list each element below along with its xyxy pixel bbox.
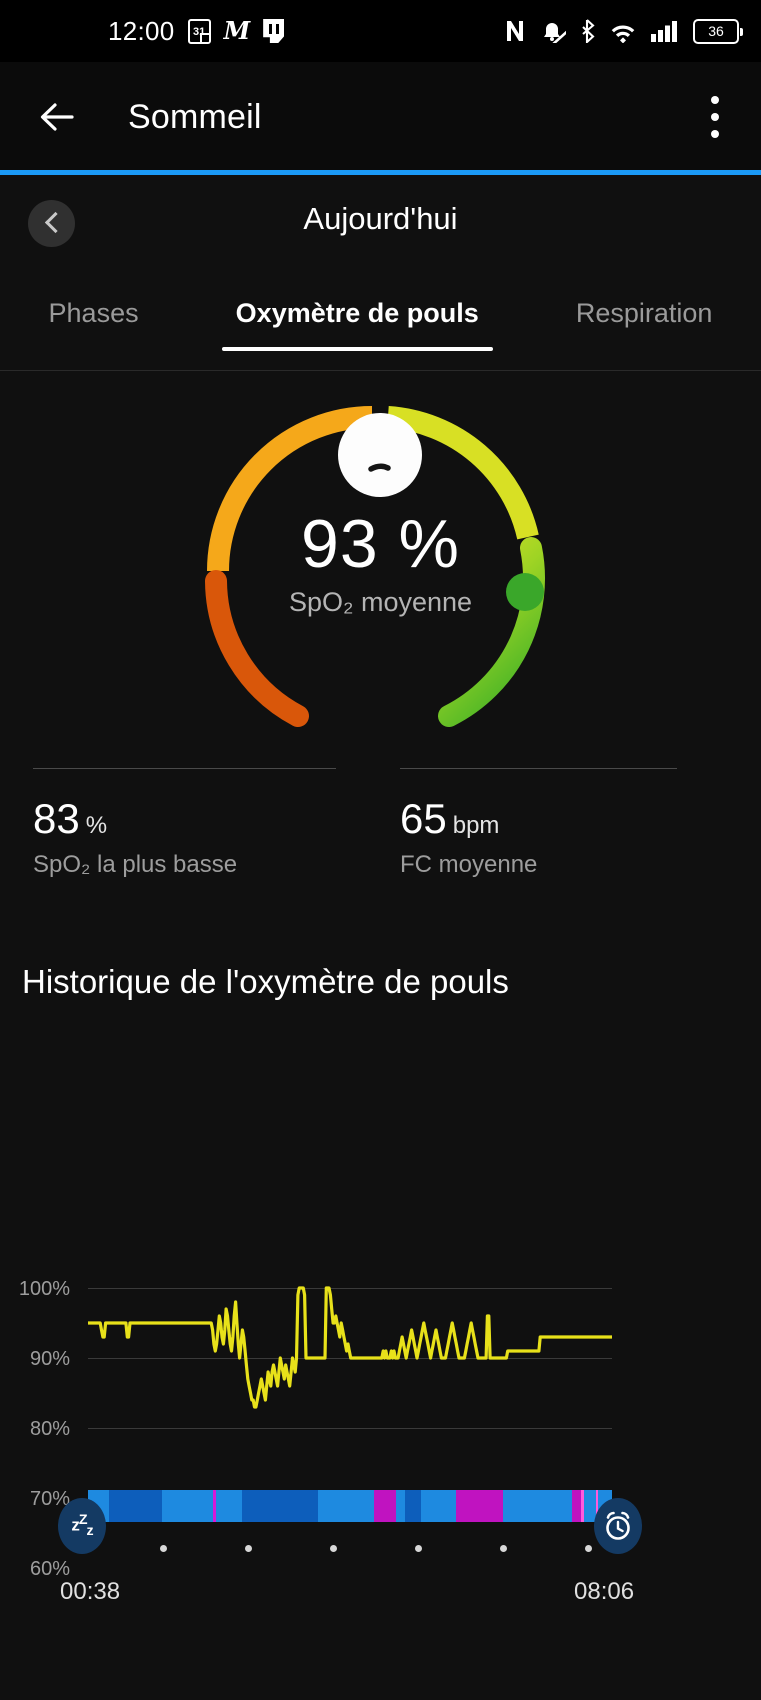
- sleep-stage-segment: [216, 1490, 242, 1522]
- page-title: Sommeil: [128, 97, 262, 136]
- sleep-stage-segment: [502, 1490, 573, 1522]
- current-date-label: Aujourd'hui: [303, 201, 458, 236]
- sleep-stage-segment: [456, 1490, 503, 1522]
- stat-average-hr: 65 bpm FC moyenne: [400, 768, 677, 879]
- sleep-stage-segment: [241, 1490, 319, 1522]
- stat-number: 65: [400, 795, 447, 842]
- status-bar: 12:00 31 M 36: [0, 0, 761, 62]
- app-screen: 12:00 31 M 36 Sommeil Aujourd'hui Phases…: [0, 0, 761, 1700]
- stat-value: 83%: [33, 795, 336, 843]
- sleep-stage-segment: [395, 1490, 406, 1522]
- tab-phases[interactable]: Phases: [45, 288, 143, 329]
- sleep-stage-segment: [405, 1490, 422, 1522]
- app-bar: Sommeil: [0, 62, 761, 172]
- timeline-dot: [415, 1545, 422, 1552]
- gauge-pointer-knob: [338, 413, 422, 497]
- tab-respiration[interactable]: Respiration: [572, 288, 717, 329]
- history-section-title: Historique de l'oxymètre de pouls: [22, 963, 509, 1000]
- spo2-gauge: 93 % SpO₂ moyenne: [0, 385, 761, 740]
- tab-bar: Phases Oxymètre de pouls Respiration: [0, 288, 761, 371]
- stat-label: SpO₂ la plus basse: [33, 851, 238, 878]
- timeline-dot: [160, 1545, 167, 1552]
- zzz-glyph: zZz: [71, 1512, 93, 1540]
- date-navigation: Aujourd'hui: [0, 176, 761, 276]
- gauge-label: SpO₂ moyenne: [288, 587, 473, 617]
- back-button[interactable]: [36, 96, 78, 138]
- timeline-start-time: 00:38: [60, 1578, 121, 1605]
- stat-unit: %: [85, 812, 108, 839]
- mute-icon: [544, 23, 566, 43]
- status-bar-left: 12:00 31 M: [108, 15, 285, 47]
- overflow-menu-button[interactable]: [711, 96, 719, 138]
- sleep-stage-segment: [162, 1490, 214, 1522]
- stat-number: 83: [33, 795, 80, 842]
- gothic-m-icon: M: [223, 16, 251, 45]
- sleep-stage-bar[interactable]: [88, 1490, 612, 1522]
- timeline-tick-dots: [88, 1545, 612, 1555]
- wifi-icon: [611, 25, 635, 43]
- stat-unit: bpm: [452, 812, 500, 839]
- stat-divider: [33, 768, 336, 769]
- bluetooth-icon: [582, 19, 595, 43]
- stat-value: 65 bpm: [400, 795, 677, 843]
- sleep-stage-segment: [318, 1490, 374, 1522]
- battery-icon: 36: [693, 18, 743, 44]
- timeline-end-time: 08:06: [574, 1578, 635, 1605]
- timeline-dot: [330, 1545, 337, 1552]
- calendar-icon: 31: [187, 18, 211, 44]
- gauge-value: 93 %: [301, 506, 460, 582]
- nfc-icon: [507, 21, 523, 41]
- stat-label: FC moyenne: [400, 851, 538, 878]
- tab-oxymetre-de-pouls[interactable]: Oxymètre de pouls: [221, 288, 493, 351]
- sleep-stage-segment: [373, 1490, 396, 1522]
- tab-divider: [0, 370, 761, 371]
- summary-stats: 83% SpO₂ la plus basse 65 bpm FC moyenne: [0, 768, 761, 888]
- stat-divider: [400, 768, 677, 769]
- sleep-stage-segment: [572, 1490, 581, 1522]
- status-bar-right: 36: [504, 18, 743, 44]
- sleep-stage-segment: [108, 1490, 163, 1522]
- status-bar-clock: 12:00: [108, 15, 175, 46]
- gauge-readout: 93 % SpO₂ moyenne: [0, 505, 761, 618]
- timeline-dot: [245, 1545, 252, 1552]
- sleep-stage-segment: [421, 1490, 457, 1522]
- twitch-icon: [263, 19, 285, 43]
- timeline-dot: [585, 1545, 592, 1552]
- cellular-signal-icon: [651, 21, 677, 42]
- accent-divider: [0, 170, 761, 175]
- stat-lowest-spo2: 83% SpO₂ la plus basse: [33, 768, 336, 879]
- timeline-dot: [500, 1545, 507, 1552]
